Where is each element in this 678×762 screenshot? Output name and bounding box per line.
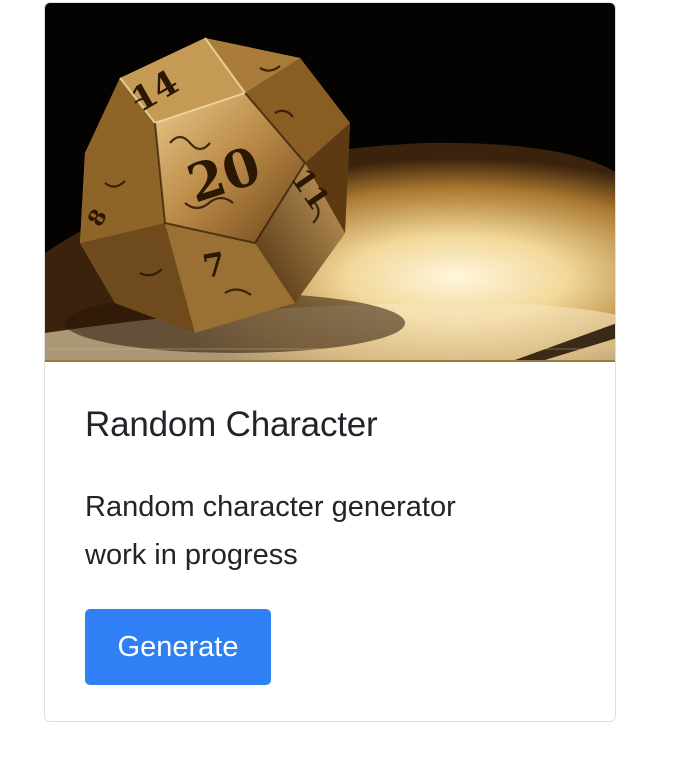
card-description: Random character generator work in progr… — [85, 491, 456, 571]
card-body: Random Character Random character genera… — [85, 403, 585, 685]
character-card: 20 14 11 7 8 Random Character Random cha… — [44, 2, 616, 722]
card-title: Random Character — [85, 405, 378, 444]
generate-button[interactable]: Generate — [85, 609, 271, 685]
d20-dice-image: 20 14 11 7 8 — [45, 3, 615, 362]
